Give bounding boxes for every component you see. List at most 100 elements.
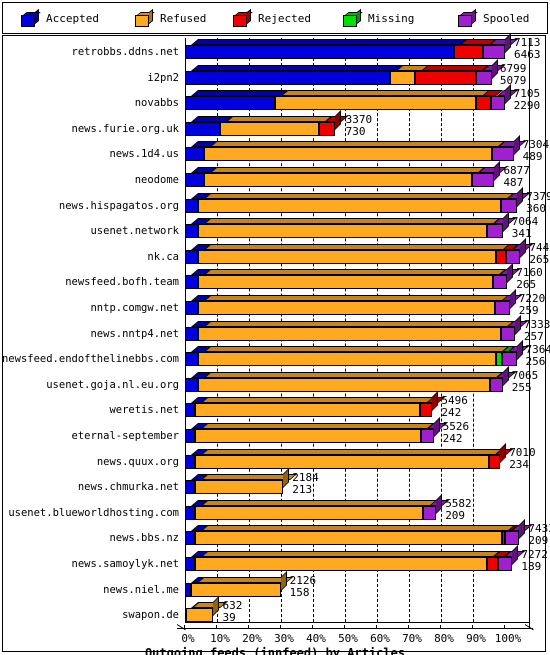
x-axis-tick-label: 10% <box>210 632 230 646</box>
bar-segment-refused <box>197 301 496 315</box>
bar-segment-refused <box>197 352 496 367</box>
category-label: usenet.network <box>90 225 179 238</box>
category-label: newsfeed.endofthelinebbs.com <box>1 353 179 366</box>
bar-row <box>185 186 531 213</box>
bar-total-value: 5582 <box>445 496 472 510</box>
chart-page: Accepted Refused Rejected Missing Spooled re… <box>0 0 550 655</box>
legend-item-accepted: Accepted <box>21 7 99 29</box>
bar-total-value: 5496 <box>441 394 468 408</box>
bar-secondary-value: 213 <box>292 483 313 497</box>
bar-secondary-value: 489 <box>522 150 543 164</box>
bar-row <box>185 545 526 571</box>
category-label: newsfeed.bofh.team <box>65 276 179 289</box>
bar-segment-side-spooled <box>514 314 521 335</box>
bar-segment-side-spooled <box>517 186 524 207</box>
bar-segment-side-spooled <box>502 212 509 233</box>
bar-segment-refused <box>197 249 497 264</box>
bar-segment-accepted <box>185 198 198 213</box>
bar-secondary-value: 360 <box>526 201 547 215</box>
bar-segment-side-rejected <box>335 109 342 130</box>
category-label: usenet.goja.nl.eu.org <box>46 378 179 391</box>
x-axis-tick <box>312 625 313 630</box>
bar-secondary-value: 265 <box>529 252 550 266</box>
bar-segment-rejected <box>415 70 477 85</box>
bar-segment-rejected <box>476 96 491 111</box>
bar-segment-spooled <box>486 224 503 239</box>
category-label: news.quux.org <box>96 455 179 468</box>
category-label: usenet.blueworldhosting.com <box>8 506 179 519</box>
bar-segment-side-rejected <box>432 391 439 412</box>
x-axis-tick <box>472 625 473 630</box>
bar-total-value: 632 <box>222 599 243 613</box>
x-axis-tick <box>184 625 185 630</box>
bar-segment-accepted <box>185 352 198 367</box>
chart-legend: Accepted Refused Rejected Missing Spooled <box>2 2 548 34</box>
bar-segment-refused <box>204 147 493 162</box>
bar-total-value: 7433 <box>528 522 550 536</box>
bar-secondary-value: 209 <box>528 534 549 548</box>
bar-segment-accepted <box>185 403 195 418</box>
cube-icon-rejected <box>233 8 253 27</box>
bar-segment-rejected <box>496 249 506 264</box>
bar-secondary-value: 6463 <box>514 48 541 61</box>
bar-secondary-value: 242 <box>442 432 463 445</box>
bar-segment-refused <box>197 198 502 213</box>
bar-segment-accepted <box>185 505 195 520</box>
bar-segment-refused <box>194 480 284 495</box>
bar-segment-spooled <box>497 557 513 571</box>
x-axis-tick-label: 100% <box>494 632 522 646</box>
bar-segment-side-spooled <box>519 519 526 540</box>
x-axis-tick <box>344 625 345 630</box>
bar-row <box>185 314 529 341</box>
bar-segment-accepted <box>185 121 221 136</box>
category-label: nntp.comgw.net <box>90 302 179 314</box>
bar-row <box>185 161 515 187</box>
bar-segment-refused <box>197 377 490 392</box>
legend-label: Accepted <box>46 11 99 25</box>
bar-segment-spooled <box>476 70 493 85</box>
bar-segment-side-spooled <box>505 33 511 53</box>
category-label: news.niel.me <box>103 583 179 596</box>
bar-segment-accepted <box>185 429 195 443</box>
bar-segment-refused <box>274 96 477 111</box>
cube-icon-missing <box>343 8 363 27</box>
bar-segment-refused <box>194 454 489 469</box>
bar-secondary-value: 158 <box>289 585 310 599</box>
plot-frame: retrobbs.ddns.net 7113 6463 i2pn2 6799 5079 no… <box>1 33 550 655</box>
bar-total-value: 7105 <box>513 87 541 101</box>
category-label: swapon.de <box>122 609 179 622</box>
x-axis-tick-label: 50% <box>338 632 358 646</box>
bar-segment-spooled <box>472 173 495 187</box>
bar-total-value: 7449 <box>529 240 550 254</box>
bar-row <box>185 237 534 264</box>
bar-segment-refused <box>197 224 487 239</box>
bar-secondary-value: 209 <box>445 508 466 522</box>
bar-segment-spooled <box>423 505 437 520</box>
bar-row <box>185 365 516 392</box>
bar-segment-rejected <box>486 557 498 571</box>
x-axis-tick <box>408 625 409 630</box>
bar-secondary-value: 189 <box>521 560 542 573</box>
bar-total-value: 7272 <box>521 548 548 561</box>
x-axis-back-line <box>185 622 529 624</box>
bar-segment-side-spooled <box>520 237 527 258</box>
x-axis-tick-label: 40% <box>306 632 326 646</box>
x-axis-tick-label: 80% <box>434 632 454 646</box>
x-axis-line <box>177 628 533 630</box>
bar-segment-accepted <box>185 377 198 392</box>
bar-segment-spooled <box>492 275 508 290</box>
bar-secondary-value: 2290 <box>513 99 541 113</box>
bar-total-value: 7160 <box>516 266 543 280</box>
bar-secondary-value: 5079 <box>499 73 527 87</box>
category-label: news.furie.org.uk <box>71 122 179 135</box>
bar-segment-spooled <box>489 377 503 392</box>
legend-item-missing: Missing <box>343 7 414 29</box>
legend-item-rejected: Rejected <box>233 7 311 29</box>
bar-segment-refused <box>194 505 424 520</box>
bar-segment-refused <box>220 121 320 136</box>
category-label: news.nntp4.net <box>90 327 179 340</box>
bar-segment-side-spooled <box>433 417 440 437</box>
bar-total-value: 2184 <box>292 471 319 485</box>
x-axis-tick-label: 90% <box>466 632 486 646</box>
bar-segment-accepted <box>185 454 195 469</box>
